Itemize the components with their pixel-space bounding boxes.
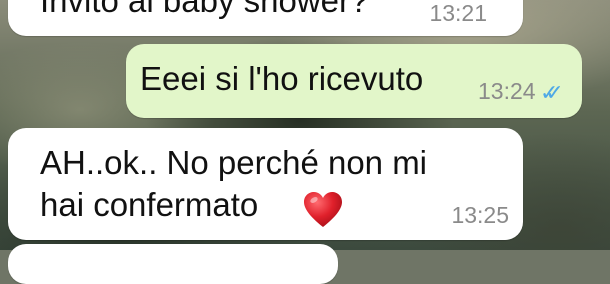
- message-timestamp: 13:25: [451, 202, 509, 228]
- message-text-line-1: AH..ok.. No perché non mi: [40, 144, 428, 181]
- heart-icon: [304, 192, 342, 227]
- message-text: Invito al baby shower?: [40, 0, 369, 19]
- incoming-message-bubble[interactable]: AH..ok.. No perché non mi hai confermato…: [8, 128, 523, 240]
- incoming-message-bubble[interactable]: Invito al baby shower? 13:21: [8, 0, 523, 36]
- message-text-line-2: hai confermato: [40, 186, 259, 223]
- message-timestamp: 13:21: [429, 0, 487, 26]
- message-timestamp: 13:24: [478, 78, 536, 104]
- message-text: Eeei si l'ho ricevuto: [140, 60, 424, 97]
- double-check-icon: ✓✓: [540, 81, 564, 106]
- incoming-message-bubble-partial[interactable]: [8, 244, 338, 284]
- outgoing-message-bubble[interactable]: Eeei si l'ho ricevuto 13:24 ✓✓: [126, 44, 582, 118]
